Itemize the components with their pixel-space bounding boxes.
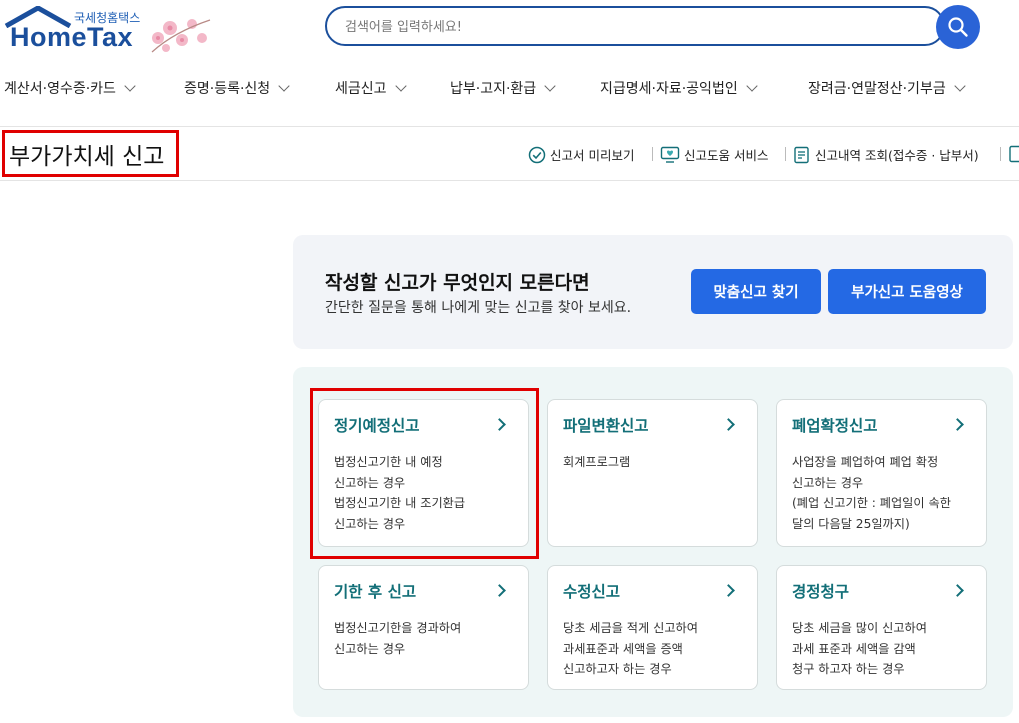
header-divider xyxy=(0,126,1019,127)
chevron-down-icon xyxy=(124,80,136,92)
nav-item-certificates[interactable]: 증명·등록·신청 xyxy=(184,78,290,98)
banner-description: 간단한 질문을 통해 나에게 맞는 신고를 찾아 보세요. xyxy=(325,300,632,316)
monitor-heart-icon xyxy=(660,146,680,163)
chevron-down-icon xyxy=(544,80,556,92)
more-utility-icon[interactable] xyxy=(1008,145,1019,167)
card-description: 당초 세금을 적게 신고하여 과세표준과 세액을 증액 신고하고자 하는 경우 xyxy=(563,618,698,680)
utility-separator xyxy=(785,147,786,161)
title-divider xyxy=(0,180,1019,181)
nav-item-payment[interactable]: 납부·고지·환급 xyxy=(450,78,556,98)
card-description-line: 회계프로그램 xyxy=(563,455,631,469)
card-title: 기한 후 신고 xyxy=(334,583,417,601)
card-description-line: 법정신고기한을 경과하여 xyxy=(334,621,462,635)
card-description: 사업장을 폐업하여 폐업 확정 신고하는 경우 (폐업 신고기한 : 폐업일이 … xyxy=(792,452,951,534)
chevron-right-icon xyxy=(722,584,735,597)
card-description-line: 당초 세금을 적게 신고하여 xyxy=(563,621,698,635)
cherry-blossom-icon xyxy=(151,19,211,53)
utility-separator xyxy=(1000,147,1001,161)
card-description-line: 과세 표준과 세액을 감액 xyxy=(792,641,916,656)
card-description-line: 달의 다음달 25일까지) xyxy=(792,516,910,531)
logo-wordmark: HomeTax xyxy=(10,22,134,52)
hometax-logo[interactable]: 국세청홈택스 HomeTax xyxy=(4,6,214,56)
nav-item-tax-filing[interactable]: 세금신고 xyxy=(335,78,407,98)
chevron-down-icon xyxy=(746,80,758,92)
card-description-line: 사업장을 폐업하여 폐업 확정 xyxy=(792,455,939,469)
card-closure-final-filing[interactable]: 폐업확정신고 사업장을 폐업하여 폐업 확정 신고하는 경우 (폐업 신고기한 … xyxy=(776,399,987,547)
filing-help-video-button[interactable]: 부가신고 도움영상 xyxy=(828,269,986,314)
card-description-line: (폐업 신고기한 : 폐업일이 속한 xyxy=(792,496,951,510)
search-icon xyxy=(948,17,968,37)
card-description: 법정신고기한을 경과하여 신고하는 경우 xyxy=(334,618,461,659)
card-title: 정기예정신고 xyxy=(334,417,420,435)
nav-item-label: 장려금·연말정산·기부금 xyxy=(808,81,946,97)
card-description-line: 청구 하고자 하는 경우 xyxy=(792,662,905,676)
card-description-line: 법정신고기한 내 조기환급 xyxy=(334,496,466,510)
chevron-down-icon xyxy=(394,80,407,92)
card-file-conversion-filing[interactable]: 파일변환신고 회계프로그램 xyxy=(547,399,758,547)
nav-item-label: 납부·고지·환급 xyxy=(450,81,537,97)
main-navigation: 계산서·영수증·카드 증명·등록·신청 세금신고 납부·고지·환급 지급명세·자… xyxy=(0,66,1019,110)
filing-history-label: 신고내역 조회(접수증 · 납부서) xyxy=(815,148,979,163)
card-description-line: 당초 세금을 많이 신고하여 xyxy=(792,621,927,635)
filing-help-label: 신고도움 서비스 xyxy=(684,148,769,163)
chevron-right-icon xyxy=(493,584,506,597)
nav-item-invoices[interactable]: 계산서·영수증·카드 xyxy=(4,78,136,98)
chevron-right-icon xyxy=(951,418,964,431)
chevron-right-icon xyxy=(493,418,506,431)
card-description-line: 신고하는 경우 xyxy=(334,516,406,531)
card-description: 회계프로그램 xyxy=(563,452,630,473)
chevron-down-icon xyxy=(954,80,966,92)
banner-title: 작성할 신고가 무엇인지 모른다면 xyxy=(325,272,590,294)
card-description-line: 신고하고자 하는 경우 xyxy=(563,662,672,676)
card-description: 법정신고기한 내 예정 신고하는 경우 법정신고기한 내 조기환급 신고하는 경… xyxy=(334,452,465,534)
card-description-line: 신고하는 경우 xyxy=(792,475,864,490)
check-circle-icon xyxy=(528,146,546,163)
nav-item-statements[interactable]: 지급명세·자료·공익법인 xyxy=(600,78,758,98)
preview-form-link[interactable]: 신고서 미리보기 xyxy=(528,145,634,164)
chevron-right-icon xyxy=(951,584,964,597)
nav-item-label: 지급명세·자료·공익법인 xyxy=(600,81,738,97)
card-title: 폐업확정신고 xyxy=(792,417,878,435)
card-description-line: 신고하는 경우 xyxy=(334,641,406,656)
card-description-line: 과세표준과 세액을 증액 xyxy=(563,641,683,656)
card-title: 파일변환신고 xyxy=(563,417,649,435)
card-amended-filing[interactable]: 수정신고 당초 세금을 적게 신고하여 과세표준과 세액을 증액 신고하고자 하… xyxy=(547,565,758,690)
card-regular-preliminary-filing[interactable]: 정기예정신고 법정신고기한 내 예정 신고하는 경우 법정신고기한 내 조기환급… xyxy=(318,399,529,547)
filing-history-link[interactable]: 신고내역 조회(접수증 · 납부서) xyxy=(793,145,979,164)
card-description: 당초 세금을 많이 신고하여 과세 표준과 세액을 감액 청구 하고자 하는 경… xyxy=(792,618,927,680)
preview-form-label: 신고서 미리보기 xyxy=(550,148,635,163)
document-icon xyxy=(1009,145,1019,163)
filing-help-link[interactable]: 신고도움 서비스 xyxy=(660,145,768,164)
card-description-line: 법정신고기한 내 예정 xyxy=(334,455,443,469)
card-title: 수정신고 xyxy=(563,583,621,601)
search-button[interactable] xyxy=(936,5,980,49)
card-title: 경정청구 xyxy=(792,583,850,601)
nav-item-label: 세금신고 xyxy=(335,81,387,97)
card-correction-claim[interactable]: 경정청구 당초 세금을 많이 신고하여 과세 표준과 세액을 감액 청구 하고자… xyxy=(776,565,987,690)
search-box xyxy=(325,6,945,46)
nav-item-incentives[interactable]: 장려금·연말정산·기부금 xyxy=(808,78,966,98)
chevron-down-icon xyxy=(278,80,290,92)
utility-separator xyxy=(652,147,653,161)
page-title: 부가가치세 신고 xyxy=(2,130,179,177)
card-description-line: 신고하는 경우 xyxy=(334,475,406,490)
nav-item-label: 증명·등록·신청 xyxy=(184,81,271,97)
chevron-right-icon xyxy=(722,418,735,431)
nav-item-label: 계산서·영수증·카드 xyxy=(4,81,116,97)
document-list-icon xyxy=(794,146,809,163)
search-input[interactable] xyxy=(343,8,927,46)
find-custom-filing-button[interactable]: 맞춤신고 찾기 xyxy=(691,269,821,314)
card-late-filing[interactable]: 기한 후 신고 법정신고기한을 경과하여 신고하는 경우 xyxy=(318,565,529,690)
